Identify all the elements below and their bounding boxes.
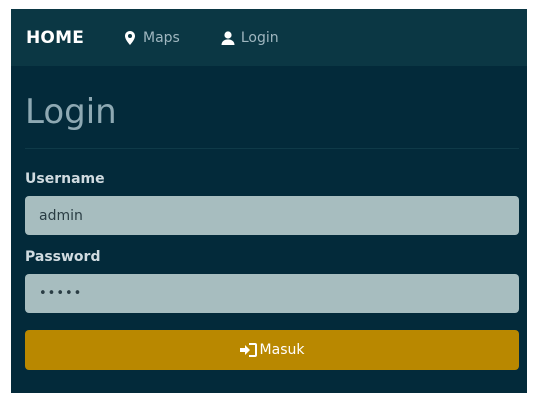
login-form: Username Password Masuk: [25, 171, 519, 370]
navbar: HOME Maps Login: [11, 9, 527, 66]
username-label: Username: [25, 171, 105, 187]
app-window: HOME Maps Login Login Username Password: [11, 9, 527, 393]
login-panel: Login Username Password Masuk: [11, 66, 527, 370]
home-link[interactable]: HOME: [26, 28, 84, 48]
nav-link-login-label: Login: [240, 29, 279, 46]
password-input[interactable]: [25, 274, 519, 313]
page-title: Login: [25, 66, 519, 149]
map-marker-icon: [122, 30, 138, 46]
user-icon: [220, 30, 236, 46]
nav-link-login[interactable]: Login: [220, 30, 279, 46]
masuk-button-label: Masuk: [259, 342, 305, 358]
nav-link-maps-label: Maps: [143, 29, 180, 46]
masuk-button[interactable]: Masuk: [25, 330, 519, 370]
username-input[interactable]: [25, 196, 519, 235]
nav-link-maps[interactable]: Maps: [122, 30, 180, 46]
login-icon: [239, 342, 258, 358]
password-label: Password: [25, 249, 101, 265]
